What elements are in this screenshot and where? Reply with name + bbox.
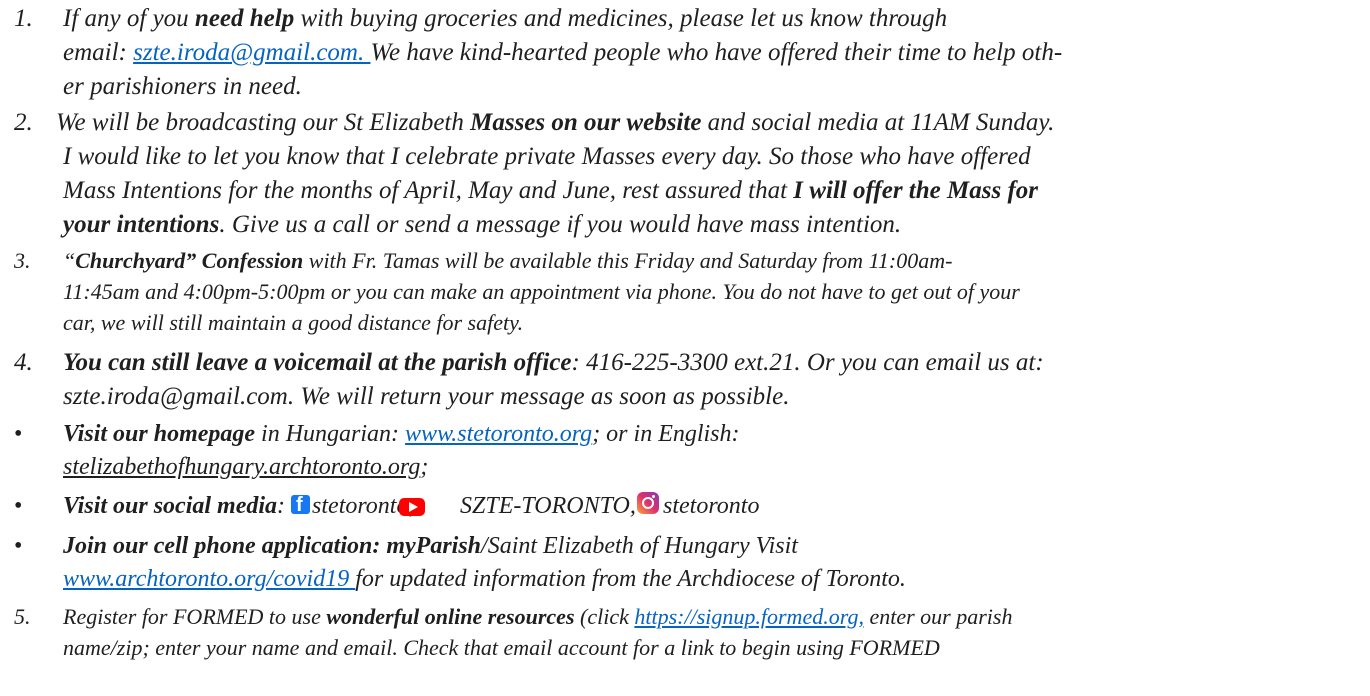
youtube-icon[interactable] bbox=[399, 498, 425, 516]
item-line: Register for FORMED to use wonderful onl… bbox=[63, 604, 1013, 629]
item-line: stelizabethofhungary.archtoronto.org; bbox=[63, 454, 429, 480]
item-line: stetoronto bbox=[637, 490, 759, 522]
bullet: • bbox=[14, 533, 23, 559]
item-line: Visit our social media: stetoronto; bbox=[63, 490, 416, 522]
item-line: www.archtoronto.org/covid19 for updated … bbox=[63, 566, 906, 592]
item-line: car, we will still maintain a good dista… bbox=[63, 310, 524, 335]
item-number: 3. bbox=[14, 248, 31, 273]
item-number: 1. bbox=[14, 5, 33, 32]
item-line: You can still leave a voicemail at the p… bbox=[63, 349, 1044, 376]
facebook-icon[interactable] bbox=[291, 492, 311, 518]
item-number: 4. bbox=[14, 349, 33, 376]
item-line: We will be broadcasting our St Elizabeth… bbox=[56, 109, 1055, 136]
covid-info-link[interactable]: www.archtoronto.org/covid19 bbox=[63, 566, 355, 592]
email-link[interactable]: szte.iroda@gmail.com. bbox=[133, 39, 370, 66]
item-line: email: szte.iroda@gmail.com. We have kin… bbox=[63, 39, 1063, 66]
instagram-handle: stetoronto bbox=[663, 493, 760, 519]
item-line: Visit our homepage in Hungarian: www.ste… bbox=[63, 421, 740, 447]
item-line: 11:45am and 4:00pm-5:00pm or you can mak… bbox=[63, 279, 1020, 304]
bullet: • bbox=[14, 493, 23, 519]
instagram-icon[interactable] bbox=[637, 492, 659, 515]
item-line: name/zip; enter your name and email. Che… bbox=[63, 635, 940, 660]
item-number: 2. bbox=[14, 109, 33, 136]
item-number: 5. bbox=[14, 604, 31, 629]
item-line: “Churchyard” Confession with Fr. Tamas w… bbox=[63, 248, 953, 273]
formed-signup-link[interactable]: https://signup.formed.org, bbox=[634, 604, 864, 629]
item-line: your intentions. Give us a call or send … bbox=[63, 211, 902, 238]
item-line: I would like to let you know that I cele… bbox=[63, 143, 1031, 170]
bullet: • bbox=[14, 421, 23, 447]
item-line: Join our cell phone application: myParis… bbox=[63, 533, 798, 559]
youtube-handle: SZTE-TORONTO, bbox=[460, 493, 636, 519]
homepage-hu-link[interactable]: www.stetoronto.org bbox=[405, 421, 592, 447]
item-line: er parishioners in need. bbox=[63, 73, 302, 100]
item-line: If any of you need help with buying groc… bbox=[63, 5, 948, 32]
homepage-en-link[interactable]: stelizabethofhungary.archtoronto.org bbox=[63, 454, 420, 480]
item-line: szte.iroda@gmail.com. We will return you… bbox=[63, 383, 790, 410]
item-line: Mass Intentions for the months of April,… bbox=[63, 177, 1038, 204]
